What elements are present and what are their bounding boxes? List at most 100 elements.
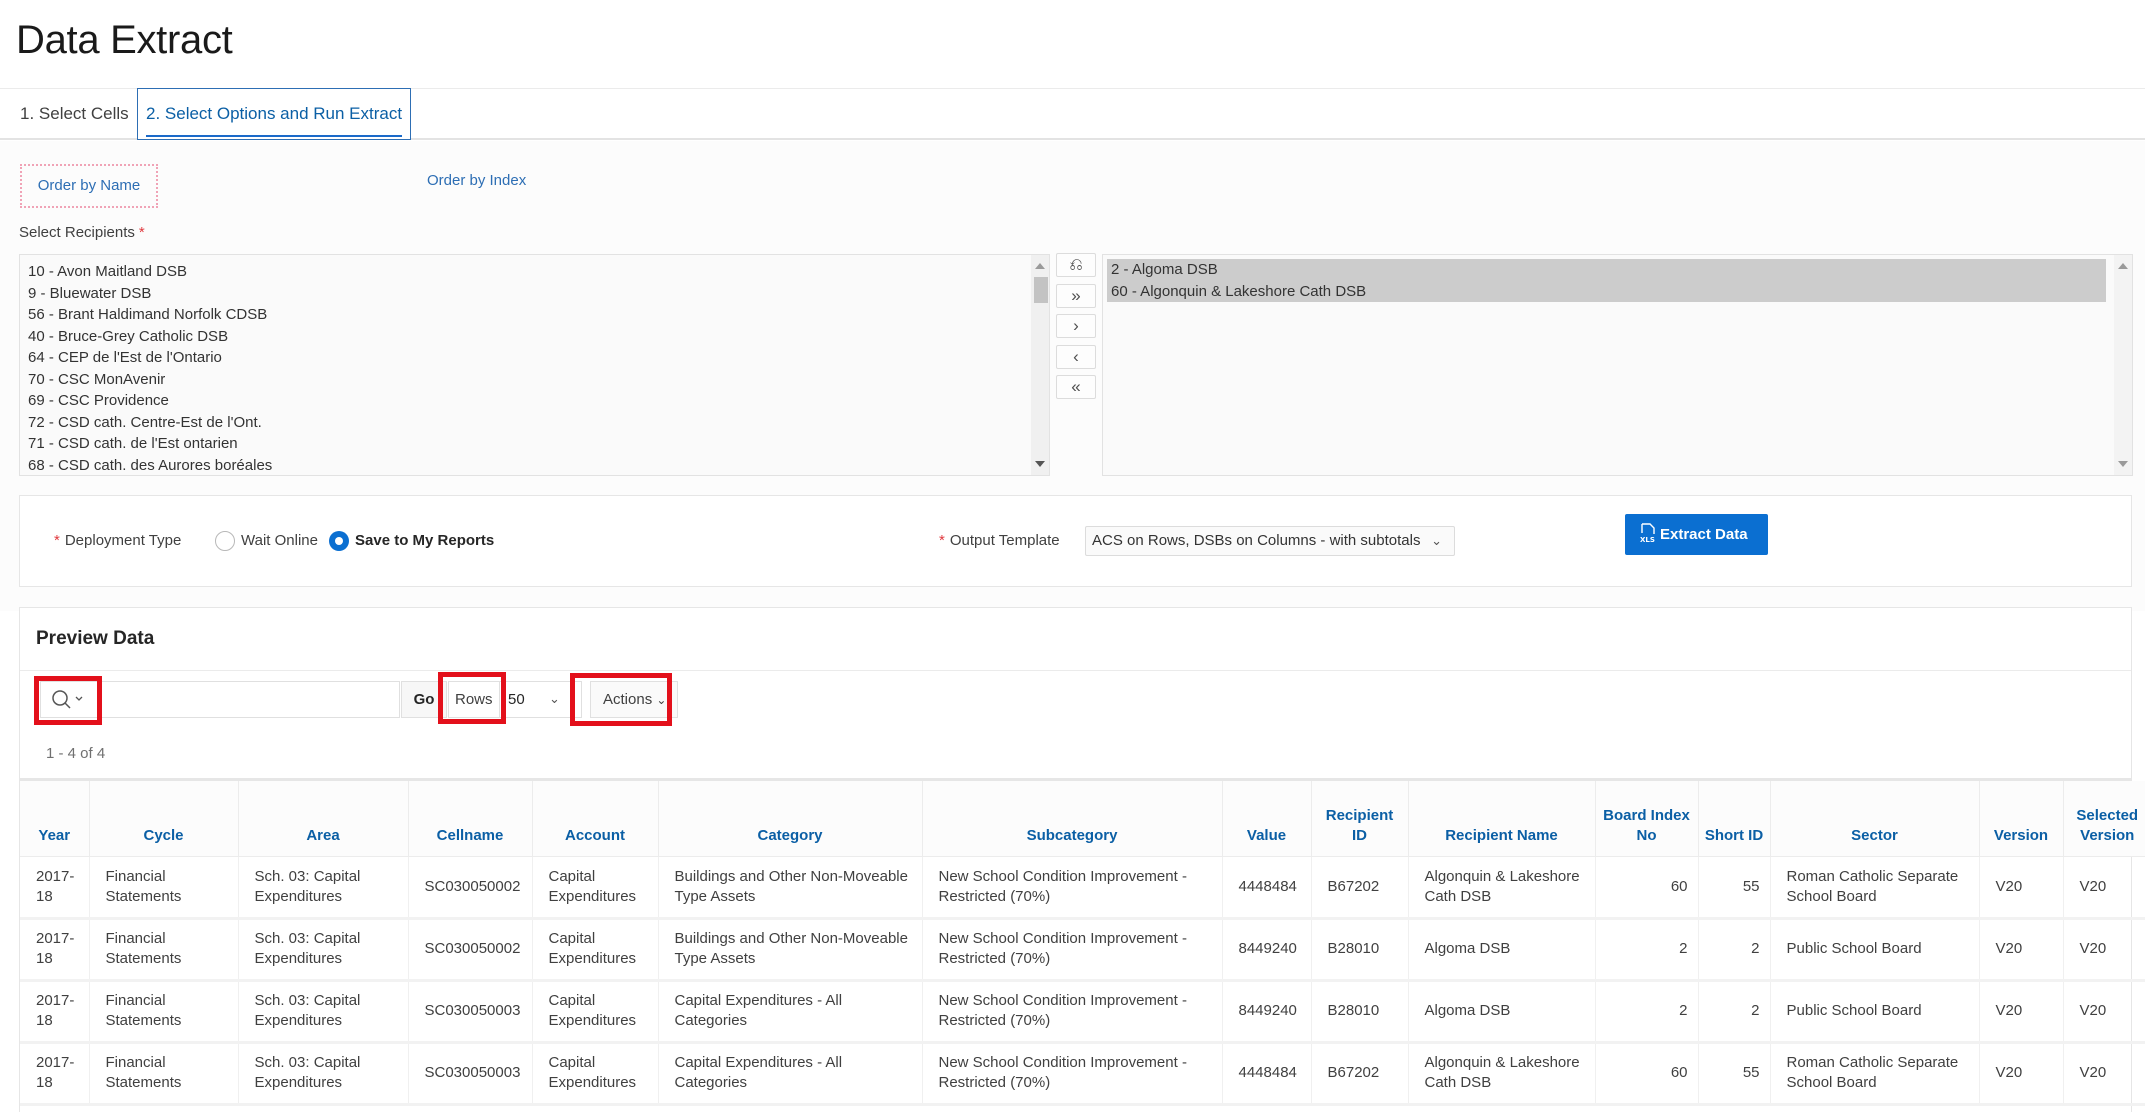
table-cell: V20 — [2063, 856, 2145, 920]
available-recipient-option[interactable]: 64 - CEP de l'Est de l'Ontario — [28, 347, 272, 369]
available-recipients-list[interactable]: 10 - Avon Maitland DSB 9 - Bluewater DSB 5… — [19, 254, 1050, 476]
table-row: 2017-18 Financial Statements Sch. 03: Capi… — [20, 980, 2145, 1044]
move-all-icon: » — [1071, 285, 1081, 305]
table-cell: Financial Statements — [89, 918, 239, 982]
available-recipient-option[interactable]: 72 - CSD cath. Centre-Est de l'Ont. — [28, 412, 272, 434]
table-cell: Sch. 03: Capital Expenditures — [238, 980, 409, 1044]
remove-button[interactable]: ‹ — [1056, 344, 1096, 369]
table-cell: 4448484 — [1222, 856, 1312, 920]
scroll-up-icon[interactable] — [2118, 263, 2128, 269]
table-cell: New School Condition Improvement - Restr… — [922, 918, 1223, 982]
save-to-my-reports-label[interactable]: Save to My Reports — [355, 532, 494, 549]
extract-data-label: Extract Data — [1660, 526, 1748, 543]
output-template-value: ACS on Rows, DSBs on Columns - with subt… — [1092, 532, 1421, 549]
scroll-up-icon[interactable] — [1035, 263, 1045, 269]
available-recipient-option[interactable]: 69 - CSC Providence — [28, 390, 272, 412]
actions-menu-button[interactable]: Actions ⌄ — [590, 681, 678, 718]
column-header-area[interactable]: Area — [238, 781, 409, 857]
go-button[interactable]: Go — [401, 681, 447, 718]
radio-save-to-my-reports[interactable] — [329, 531, 349, 551]
table-cell: Public School Board — [1770, 918, 1980, 982]
table-cell: B28010 — [1311, 918, 1409, 982]
available-list-scrollbar[interactable] — [1031, 255, 1049, 475]
tab-select-options[interactable]: 2. Select Options and Run Extract — [137, 88, 412, 140]
column-header-short-id[interactable]: Short ID — [1698, 781, 1771, 857]
tab-select-cells[interactable]: 1. Select Cells — [12, 89, 143, 139]
column-header-cycle[interactable]: Cycle — [89, 781, 239, 857]
table-cell: New School Condition Improvement - Restr… — [922, 1042, 1223, 1106]
selected-recipients-list[interactable]: 2 - Algoma DSB 60 - Algonquin & Lakeshore… — [1102, 254, 2133, 476]
column-header-cellname[interactable]: Cellname — [408, 781, 533, 857]
table-row: 2017-18 Financial Statements Sch. 03: Capi… — [20, 918, 2145, 982]
available-items: 10 - Avon Maitland DSB 9 - Bluewater DSB 5… — [28, 261, 272, 476]
reset-button[interactable]: ⎌ — [1056, 253, 1096, 277]
scroll-down-icon[interactable] — [1035, 461, 1045, 467]
table-cell: B67202 — [1311, 1042, 1409, 1106]
extract-data-button[interactable]: XLS Extract Data — [1625, 514, 1768, 555]
scroll-down-icon[interactable] — [2118, 461, 2128, 467]
output-template-text: Output Template — [949, 532, 1060, 549]
order-by-index-button[interactable]: Order by Index — [427, 172, 526, 189]
table-cell: New School Condition Improvement - Restr… — [922, 856, 1223, 920]
remove-all-button[interactable]: « — [1056, 375, 1096, 399]
table-cell: V20 — [2063, 918, 2145, 982]
selected-recipient-option[interactable]: 60 - Algonquin & Lakeshore Cath DSB — [1107, 280, 2106, 302]
preview-table: Year Cycle Area Cellname Account Category Subc… — [20, 781, 2145, 1106]
available-recipient-option[interactable]: 40 - Bruce-Grey Catholic DSB — [28, 326, 272, 348]
column-header-year[interactable]: Year — [20, 781, 90, 857]
chevron-down-icon[interactable]: ⌄ — [549, 691, 560, 707]
preview-data-title: Preview Data — [36, 628, 155, 649]
radio-wait-online[interactable] — [215, 531, 235, 551]
selected-recipient-option[interactable]: 2 - Algoma DSB — [1107, 259, 2106, 281]
preview-data-region: Preview Data Go Rows 50 ⌄ Actions ⌄ 1 - … — [19, 607, 2145, 1112]
column-header-sector[interactable]: Sector — [1770, 781, 1980, 857]
column-header-board-index-no[interactable]: Board Index No — [1595, 781, 1699, 857]
rows-label: Rows — [455, 691, 493, 708]
available-recipient-option[interactable]: 56 - Brant Haldimand Norfolk CDSB — [28, 304, 272, 326]
table-cell: Algoma DSB — [1408, 918, 1596, 982]
available-recipient-option[interactable]: 70 - CSC MonAvenir — [28, 369, 272, 391]
search-input[interactable] — [93, 684, 393, 715]
scroll-thumb[interactable] — [1034, 277, 1048, 303]
selected-list-scrollbar[interactable] — [2114, 255, 2132, 475]
table-cell: Financial Statements — [89, 1042, 239, 1106]
available-recipient-option[interactable]: 9 - Bluewater DSB — [28, 283, 272, 305]
move-all-button[interactable]: » — [1056, 283, 1096, 308]
remove-icon: ‹ — [1073, 346, 1079, 366]
column-header-version[interactable]: Version — [1979, 781, 2064, 857]
table-cell: Roman Catholic Separate School Board — [1770, 856, 1980, 920]
table-cell: Capital Expenditures — [532, 918, 659, 982]
table-cell: SC030050002 — [408, 856, 533, 920]
column-header-selected-version[interactable]: Selected Version — [2063, 781, 2145, 857]
order-by-name-button[interactable]: Order by Name — [20, 164, 158, 208]
output-template-select[interactable]: ACS on Rows, DSBs on Columns - with subt… — [1085, 526, 1455, 556]
column-header-recipient-id[interactable]: Recipient ID — [1311, 781, 1409, 857]
wait-online-label[interactable]: Wait Online — [241, 532, 318, 549]
table-header-row: Year Cycle Area Cellname Account Category Subc… — [20, 781, 2145, 857]
remove-all-icon: « — [1071, 377, 1081, 396]
column-header-account[interactable]: Account — [532, 781, 659, 857]
search-column-menu[interactable] — [41, 682, 91, 717]
column-header-recipient-name[interactable]: Recipient Name — [1408, 781, 1596, 857]
rows-value[interactable]: 50 — [499, 682, 539, 717]
available-recipient-option[interactable]: 68 - CSD cath. des Aurores boréales — [28, 455, 272, 477]
table-cell: 60 — [1595, 856, 1699, 920]
table-cell: V20 — [1979, 980, 2064, 1044]
table-cell: 8449240 — [1222, 918, 1312, 982]
available-recipient-option[interactable]: 10 - Avon Maitland DSB — [28, 261, 272, 283]
table-cell: 2017-18 — [20, 980, 90, 1044]
move-button[interactable]: › — [1056, 314, 1096, 338]
rows-per-page-select[interactable]: Rows 50 ⌄ — [448, 681, 582, 718]
deployment-type-text: Deployment Type — [64, 532, 182, 549]
table-cell: B67202 — [1311, 856, 1409, 920]
table-cell: Financial Statements — [89, 980, 239, 1044]
preview-table-container: Year Cycle Area Cellname Account Category Subc… — [20, 778, 2145, 1106]
table-cell: Sch. 03: Capital Expenditures — [238, 1042, 409, 1106]
table-cell: Buildings and Other Non-Moveable Type As… — [658, 856, 923, 920]
column-header-category[interactable]: Category — [658, 781, 923, 857]
available-recipient-option[interactable]: 71 - CSD cath. de l'Est ontarien — [28, 433, 272, 455]
move-icon: › — [1073, 316, 1079, 335]
column-header-subcategory[interactable]: Subcategory — [922, 781, 1223, 857]
actions-label: Actions — [603, 691, 653, 708]
column-header-value[interactable]: Value — [1222, 781, 1312, 857]
